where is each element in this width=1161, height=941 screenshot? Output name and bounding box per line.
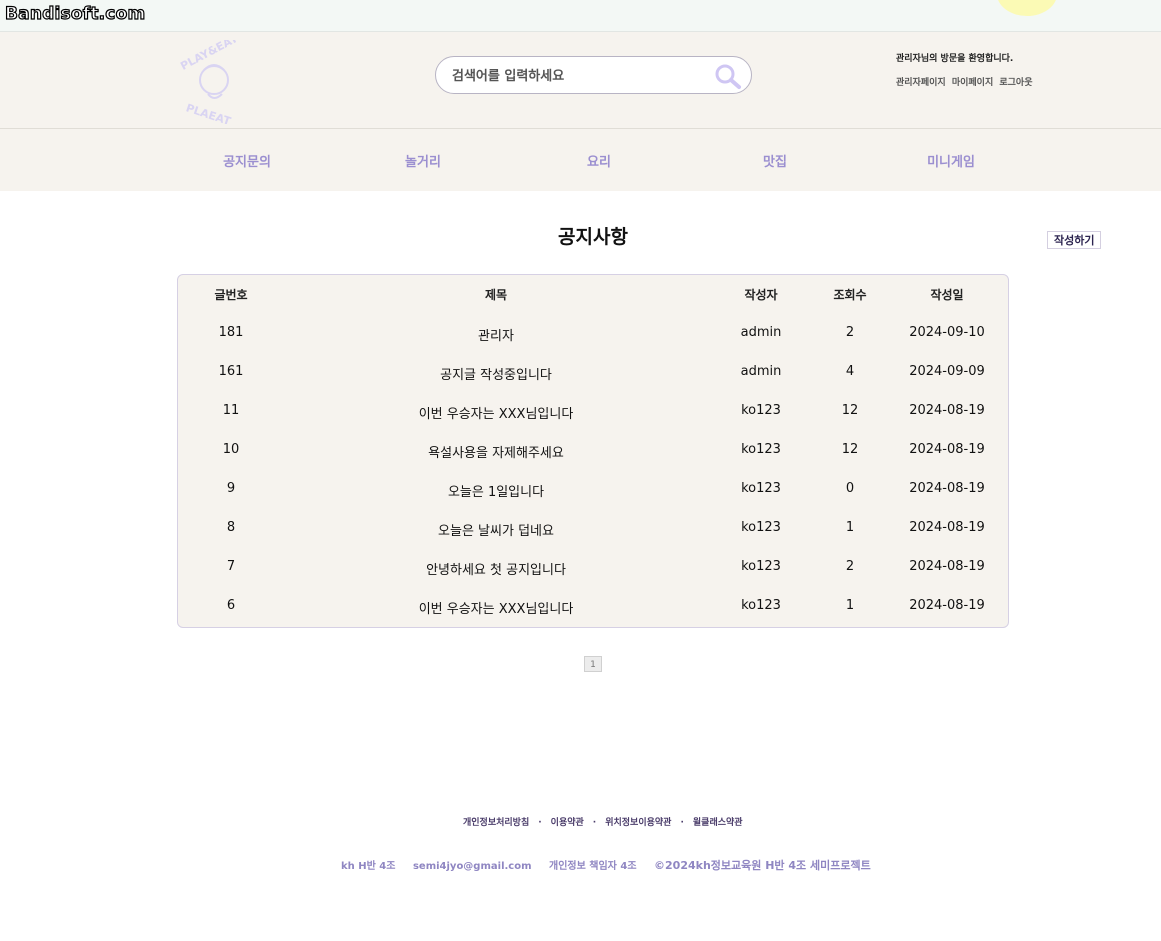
footer-copyright: ©2024kh정보교육원 H반 4조 세미프로젝트 — [654, 859, 871, 872]
site-header: PLAY&EAT PLAEAT 관리자님의 방문을 환영합니다. 관리자페이지 … — [0, 32, 1161, 129]
row-number: 6 — [226, 598, 236, 613]
table-row[interactable]: 181 관리자 admin 2 2024-09-10 — [178, 325, 1008, 349]
table-row[interactable]: 8 오늘은 날씨가 덥네요 ko123 1 2024-08-19 — [178, 520, 1008, 544]
footer-team: kh H반 4조 — [341, 861, 396, 872]
search-box — [435, 56, 752, 94]
terms-link[interactable]: 이용약관 — [551, 818, 584, 828]
row-author: ko123 — [741, 598, 781, 613]
nav-item-notice[interactable]: 공지문의 — [223, 151, 271, 170]
row-author: admin — [740, 325, 782, 340]
nav-item-play[interactable]: 놀거리 — [405, 151, 441, 170]
row-views: 2 — [845, 325, 855, 340]
row-title[interactable]: 욕설사용을 자제해주세요 — [428, 442, 564, 461]
footer-separator: · — [538, 818, 542, 828]
privacy-policy-link[interactable]: 개인정보처리방침 — [463, 818, 529, 828]
top-strip: Bandisoft.com — [0, 0, 1161, 32]
row-author: ko123 — [741, 559, 781, 574]
row-title[interactable]: 공지글 작성중입니다 — [440, 364, 552, 383]
logout-link[interactable]: 로그아웃 — [999, 78, 1032, 88]
row-date: 2024-09-10 — [909, 325, 985, 340]
table-row[interactable]: 161 공지글 작성중입니다 admin 4 2024-09-09 — [178, 364, 1008, 388]
table-row[interactable]: 6 이번 우승자는 XXX님입니다 ko123 1 2024-08-19 — [178, 598, 1008, 622]
row-views: 4 — [845, 364, 855, 379]
decorative-circle — [997, 0, 1057, 16]
col-header-title: 제목 — [484, 288, 508, 302]
col-header-author: 작성자 — [744, 288, 778, 302]
logo-icon[interactable]: PLAY&EAT PLAEAT — [168, 40, 258, 124]
row-views: 0 — [845, 481, 855, 496]
row-title[interactable]: 이번 우승자는 XXX님입니다 — [419, 598, 574, 617]
footer-info: kh H반 4조 semi4jyo@gmail.com 개인정보 책임자 4조 … — [341, 857, 885, 873]
row-number: 10 — [222, 442, 240, 457]
row-author: ko123 — [741, 442, 781, 457]
row-title[interactable]: 관리자 — [478, 325, 514, 344]
class-terms-link[interactable]: 윌클래스약관 — [693, 818, 743, 828]
row-date: 2024-08-19 — [909, 559, 985, 574]
footer-links: 개인정보처리방침 · 이용약관 · 위치정보이용약관 · 윌클래스약관 — [463, 815, 743, 828]
row-number: 9 — [226, 481, 236, 496]
row-author: admin — [740, 364, 782, 379]
row-title[interactable]: 이번 우승자는 XXX님입니다 — [419, 403, 574, 422]
watermark-text: Bandisoft.com — [4, 3, 146, 24]
row-title[interactable]: 안녕하세요 첫 공지입니다 — [426, 559, 566, 578]
row-views: 2 — [845, 559, 855, 574]
col-header-date: 작성일 — [930, 288, 964, 302]
notice-table: 글번호 제목 작성자 조회수 작성일 181 관리자 admin 2 2024-09-1… — [177, 274, 1009, 628]
table-row[interactable]: 9 오늘은 1일입니다 ko123 0 2024-08-19 — [178, 481, 1008, 505]
svg-text:PLAY&EAT: PLAY&EAT — [178, 40, 240, 73]
row-views: 12 — [841, 403, 859, 418]
row-date: 2024-08-19 — [909, 403, 985, 418]
footer-email: semi4jyo@gmail.com — [412, 861, 532, 872]
row-title[interactable]: 오늘은 날씨가 덥네요 — [438, 520, 554, 539]
row-date: 2024-08-19 — [909, 442, 985, 457]
footer-separator: · — [680, 818, 684, 828]
row-number: 161 — [218, 364, 244, 379]
row-date: 2024-08-19 — [909, 598, 985, 613]
footer-separator: · — [592, 818, 597, 828]
page-title: 공지사항 — [558, 226, 628, 248]
row-author: ko123 — [741, 481, 781, 496]
row-title[interactable]: 오늘은 1일입니다 — [448, 481, 544, 500]
search-input[interactable] — [450, 65, 704, 87]
nav-item-cooking[interactable]: 요리 — [587, 151, 611, 170]
admin-page-link[interactable]: 관리자페이지 — [896, 78, 946, 88]
row-author: ko123 — [741, 403, 781, 418]
table-header: 글번호 제목 작성자 조회수 작성일 — [178, 286, 1008, 310]
col-header-views: 조회수 — [833, 288, 867, 302]
row-number: 8 — [226, 520, 236, 535]
mypage-link[interactable]: 마이페이지 — [952, 78, 993, 88]
search-icon[interactable] — [713, 62, 743, 90]
svg-text:PLAEAT: PLAEAT — [184, 101, 232, 124]
welcome-message: 관리자님의 방문을 환영합니다. — [896, 54, 1014, 64]
row-date: 2024-08-19 — [909, 520, 985, 535]
row-views: 12 — [841, 442, 859, 457]
table-row[interactable]: 7 안녕하세요 첫 공지입니다 ko123 2 2024-08-19 — [178, 559, 1008, 583]
row-date: 2024-09-09 — [909, 364, 985, 379]
row-views: 1 — [845, 598, 855, 613]
nav-item-restaurant[interactable]: 맛집 — [763, 151, 787, 170]
table-row[interactable]: 11 이번 우승자는 XXX님입니다 ko123 12 2024-08-19 — [178, 403, 1008, 427]
nav-item-minigame[interactable]: 미니게임 — [927, 151, 975, 170]
location-terms-link[interactable]: 위치정보이용약관 — [605, 818, 671, 828]
user-links: 관리자페이지 마이페이지 로그아웃 — [896, 75, 1036, 88]
col-header-number: 글번호 — [214, 288, 248, 302]
row-number: 11 — [222, 403, 240, 418]
row-number: 7 — [226, 559, 236, 574]
main-nav: 공지문의 놀거리 요리 맛집 미니게임 — [0, 129, 1161, 191]
row-number: 181 — [218, 325, 244, 340]
row-date: 2024-08-19 — [909, 481, 985, 496]
row-views: 1 — [845, 520, 855, 535]
write-button[interactable]: 작성하기 — [1047, 231, 1102, 249]
row-author: ko123 — [741, 520, 781, 535]
footer-privacy-officer: 개인정보 책임자 4조 — [549, 861, 637, 872]
table-row[interactable]: 10 욕설사용을 자제해주세요 ko123 12 2024-08-19 — [178, 442, 1008, 466]
page-number-button[interactable]: 1 — [584, 656, 602, 672]
